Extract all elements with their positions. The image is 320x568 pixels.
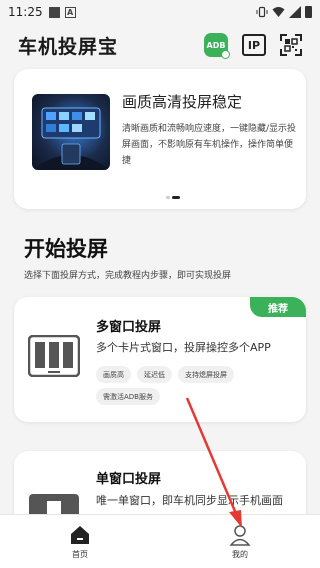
feature-tag: 需激活ADB服务	[96, 388, 160, 405]
check-icon	[221, 50, 230, 59]
status-bar: 11:25 A	[0, 0, 320, 24]
mode-title: 单窗口投屏	[96, 472, 162, 487]
mode-description: 多个卡片式窗口，投屏操控多个APP	[96, 341, 271, 354]
a-icon: A	[64, 6, 76, 18]
status-right	[256, 6, 312, 18]
signal-icon	[289, 6, 301, 18]
feature-tag: 画质高	[96, 366, 131, 383]
ip-label: IP	[247, 38, 261, 52]
app-title: 车机投屏宝	[18, 35, 119, 58]
square-icon	[48, 6, 60, 18]
multi-window-card[interactable]: 推荐 多窗口投屏 多个卡片式窗口，投屏操控多个APP 画质高 延迟低 支持熄屏投…	[14, 297, 306, 422]
mode-title: 多窗口投屏	[96, 320, 162, 335]
nav-item-profile[interactable]: 我的	[160, 515, 320, 568]
adb-button[interactable]: ADB	[204, 33, 230, 59]
section-title: 开始投屏	[24, 237, 108, 261]
car-dashboard-image	[32, 94, 110, 170]
wifi-icon	[272, 7, 285, 17]
mode-description: 唯一单窗口，即车机同步显示手机画面	[96, 494, 283, 507]
section-subtitle: 选择下面投屏方式，完成教程内步骤，即可实现投屏	[24, 271, 232, 281]
multi-window-icon	[28, 335, 80, 377]
bottom-nav: 首页 我的	[0, 514, 320, 568]
status-time: 11:25	[8, 5, 43, 19]
adb-label: ADB	[206, 40, 226, 50]
feature-tag: 延迟低	[137, 366, 172, 383]
app-header: 车机投屏宝 ADB IP	[0, 28, 320, 62]
carousel-indicator	[166, 196, 180, 199]
banner-title: 画质高清投屏稳定	[122, 93, 243, 111]
qr-scan-icon[interactable]	[280, 34, 302, 56]
header-actions: ADB IP	[204, 33, 302, 59]
home-icon	[71, 526, 89, 544]
carousel-dot	[166, 196, 170, 199]
profile-icon	[229, 525, 251, 546]
recommend-badge: 推荐	[250, 297, 306, 317]
banner-card[interactable]: 画质高清投屏稳定 清晰画质和流畅响应速度，一键隐藏/显示投屏画面，不影响原有车机…	[14, 69, 306, 209]
feature-tags: 需激活ADB服务	[96, 388, 160, 405]
nav-label-home: 首页	[72, 550, 88, 559]
vibrate-icon	[256, 6, 268, 18]
feature-tag: 支持熄屏投屏	[178, 366, 234, 383]
ip-button[interactable]: IP	[242, 34, 266, 56]
banner-description: 清晰画质和流畅响应速度，一键隐藏/显示投屏画面，不影响原有车机操作，操作简单便捷	[122, 124, 297, 166]
battery-icon	[305, 6, 312, 18]
nav-item-home[interactable]: 首页	[0, 515, 160, 568]
nav-label-profile: 我的	[232, 550, 248, 559]
carousel-dot-active	[172, 196, 180, 199]
feature-tags: 画质高 延迟低 支持熄屏投屏	[96, 366, 234, 383]
